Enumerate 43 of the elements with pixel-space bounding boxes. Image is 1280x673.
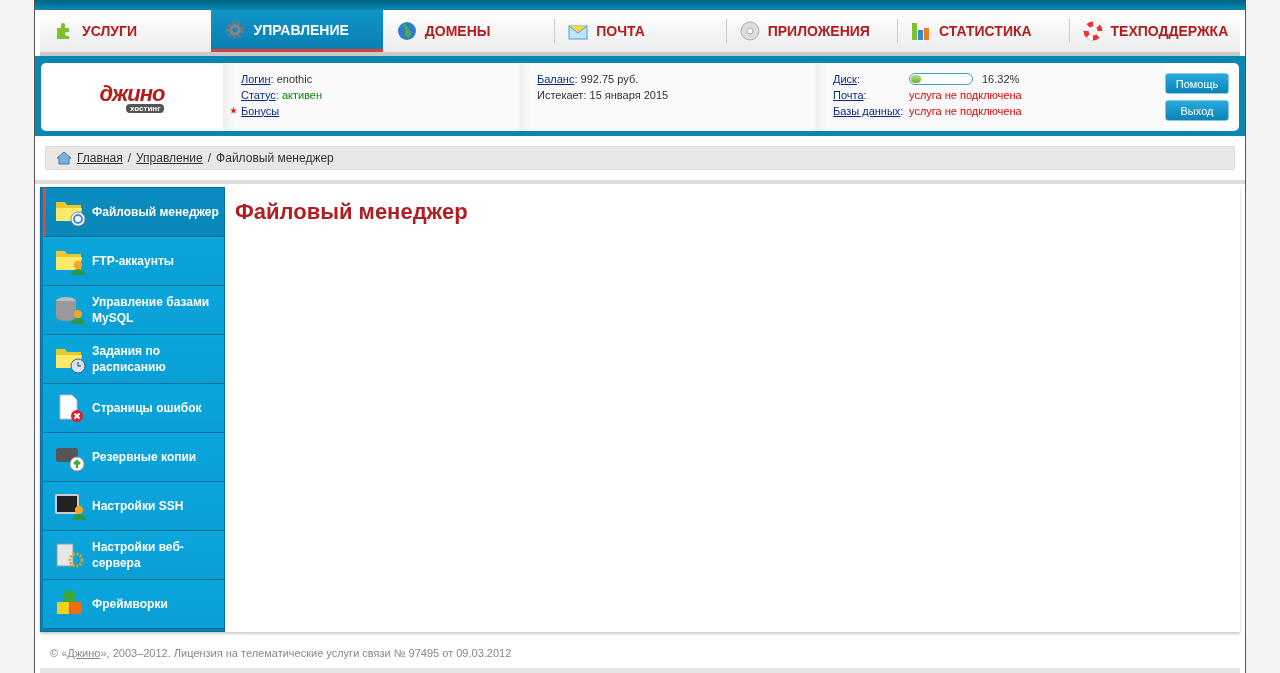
settings-icon bbox=[225, 19, 246, 40]
lifebuoy-icon bbox=[1082, 21, 1103, 41]
header-button[interactable]: Выход bbox=[1165, 100, 1229, 121]
service-status: услуга не подключена bbox=[909, 88, 1022, 101]
breadcrumb-separator: / bbox=[207, 151, 212, 165]
nav-tab[interactable]: СТАТИСТИКА bbox=[897, 10, 1069, 52]
field-label-link[interactable]: Диск bbox=[833, 72, 857, 85]
field-label-link[interactable]: Бонусы bbox=[241, 104, 280, 117]
service-status: услуга не подключена bbox=[909, 104, 1022, 117]
field-text: Истекает: 15 января 2015 bbox=[537, 88, 669, 101]
label-colon: : bbox=[900, 104, 904, 117]
home-icon bbox=[56, 151, 72, 165]
field-value: : активен bbox=[275, 88, 323, 101]
copyright-text: © «Джино», 2003–2012. Лицензия на телематические услуги связи № 97495 от 09.03.2012 bbox=[50, 647, 512, 659]
breadcrumb-current: Файловый менеджер bbox=[216, 151, 334, 165]
globe-icon bbox=[396, 21, 417, 41]
server-gear-icon bbox=[54, 540, 86, 570]
disc-icon bbox=[739, 21, 760, 41]
field-label-link[interactable]: Логин bbox=[241, 72, 271, 85]
database-user-icon bbox=[54, 295, 86, 325]
nav-tab[interactable]: ПОЧТА bbox=[554, 10, 726, 52]
nav-tab[interactable]: ДОМЕНЫ bbox=[382, 10, 555, 52]
header-button[interactable]: Помощь bbox=[1165, 73, 1229, 94]
field-value: : enothic bbox=[270, 72, 313, 85]
breadcrumb-separator: / bbox=[127, 151, 132, 165]
label-colon: : bbox=[863, 88, 867, 101]
bar-chart-icon bbox=[911, 21, 932, 41]
field-value: : 992.75 руб. bbox=[574, 72, 639, 85]
field-label-link[interactable]: Почта bbox=[833, 88, 864, 101]
footer-link[interactable]: Джино bbox=[67, 647, 101, 659]
nav-tab[interactable]: ПРИЛОЖЕНИЯ bbox=[725, 10, 898, 52]
terminal-user-icon bbox=[54, 491, 86, 521]
nav-tab[interactable]: УПРАВЛЕНИЕ bbox=[211, 10, 383, 52]
sidebar-item[interactable]: Файловый менеджер bbox=[43, 188, 224, 237]
label-colon: : bbox=[856, 72, 860, 85]
logo[interactable]: джино хостинг bbox=[99, 81, 165, 113]
breadcrumb-link[interactable]: Главная bbox=[77, 151, 123, 165]
breadcrumb-link[interactable]: Управление bbox=[136, 151, 203, 165]
nav-tab[interactable]: УСЛУГИ bbox=[40, 10, 212, 52]
page-title: Файловый менеджер bbox=[235, 199, 469, 225]
field-label-link[interactable]: Статус bbox=[241, 88, 276, 101]
disk-usage-reading: 16.32% bbox=[982, 72, 1020, 85]
nav-tab[interactable]: ТЕХПОДДЕРЖКА bbox=[1068, 10, 1240, 52]
